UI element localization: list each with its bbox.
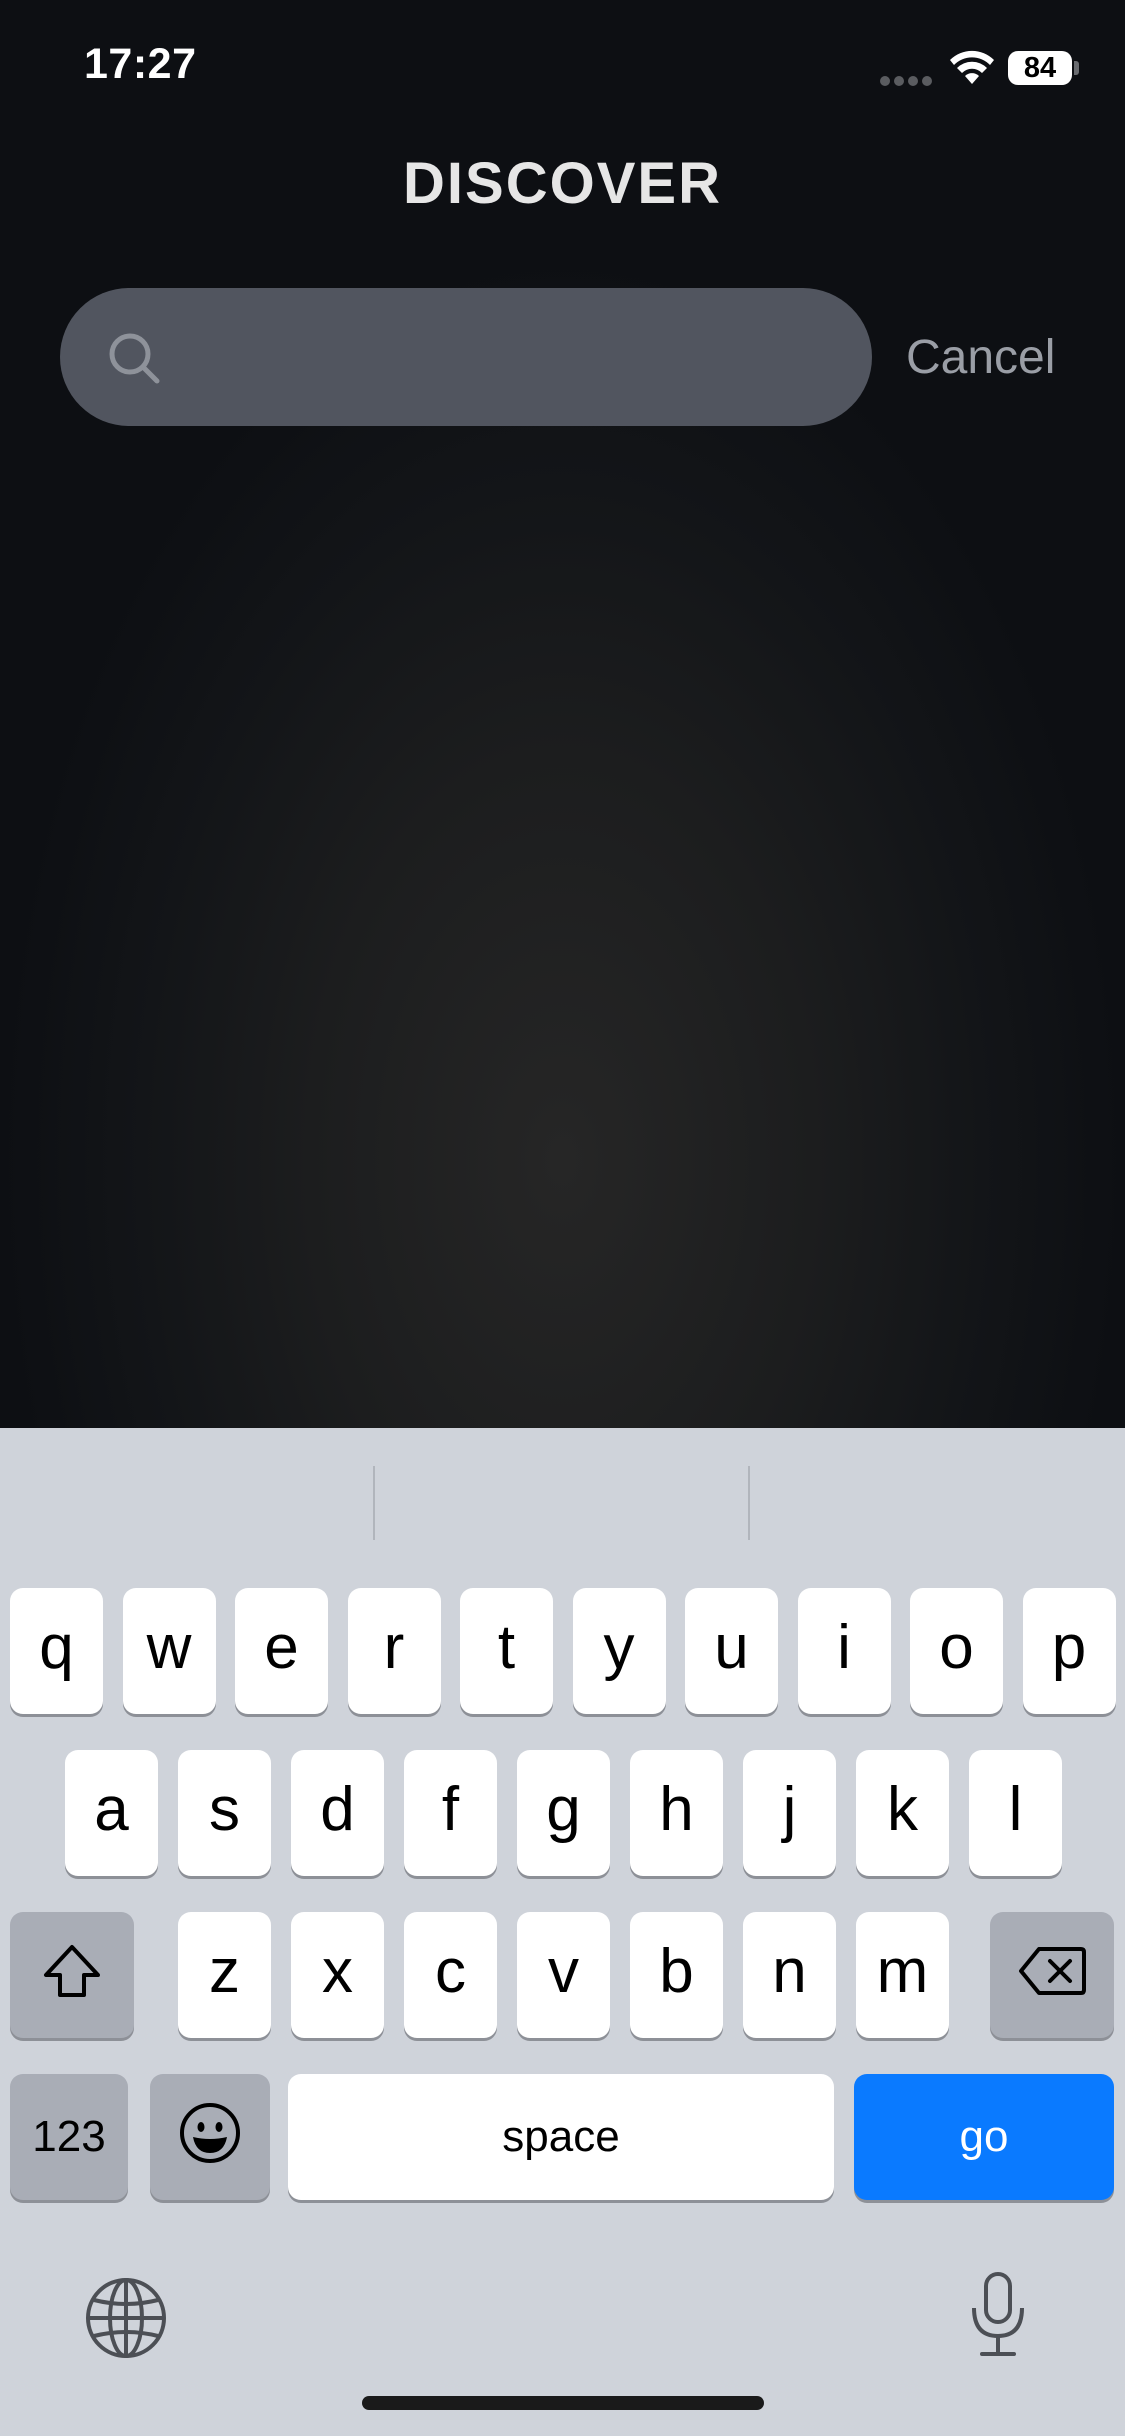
- cancel-button[interactable]: Cancel: [906, 330, 1055, 385]
- key-n[interactable]: n: [743, 1912, 836, 2038]
- key-e[interactable]: e: [235, 1588, 328, 1714]
- wifi-icon: [950, 50, 994, 84]
- home-indicator[interactable]: [362, 2396, 764, 2410]
- key-w[interactable]: w: [122, 1588, 216, 1714]
- battery-level: 84: [1023, 51, 1057, 84]
- search-icon: [109, 333, 160, 384]
- search-bar[interactable]: [60, 288, 872, 428]
- globe-icon[interactable]: [84, 2276, 168, 2360]
- key-v[interactable]: v: [517, 1912, 610, 2038]
- key-s[interactable]: s: [178, 1750, 271, 1876]
- battery-tip: [1074, 61, 1079, 75]
- screen: 17:27 84 DISCOVER Cancel qwertyuiop asdf…: [0, 0, 1125, 2436]
- key-z[interactable]: z: [178, 1912, 271, 2038]
- cellular-signal-icon: [880, 76, 932, 86]
- search-input[interactable]: [190, 288, 834, 428]
- key-l[interactable]: l: [969, 1750, 1062, 1876]
- key-b[interactable]: b: [630, 1912, 723, 2038]
- emoji-key[interactable]: [150, 2074, 270, 2200]
- suggestion-divider: [373, 1466, 375, 1540]
- microphone-icon[interactable]: [966, 2270, 1030, 2360]
- key-a[interactable]: a: [65, 1750, 158, 1876]
- key-q[interactable]: q: [10, 1588, 103, 1714]
- key-c[interactable]: c: [404, 1912, 497, 2038]
- key-t[interactable]: t: [460, 1588, 553, 1714]
- shift-key[interactable]: [10, 1912, 134, 2038]
- key-p[interactable]: p: [1022, 1588, 1116, 1714]
- key-d[interactable]: d: [291, 1750, 384, 1876]
- key-f[interactable]: f: [404, 1750, 497, 1876]
- delete-icon: [1019, 1947, 1086, 1995]
- delete-key[interactable]: [990, 1912, 1114, 2038]
- shift-icon: [44, 1945, 100, 1997]
- key-r[interactable]: r: [347, 1588, 441, 1714]
- space-key[interactable]: space: [288, 2074, 834, 2200]
- emoji-icon: [180, 2103, 240, 2163]
- suggestion-divider: [748, 1466, 750, 1540]
- key-m[interactable]: m: [856, 1912, 949, 2038]
- key-j[interactable]: j: [743, 1750, 836, 1876]
- key-g[interactable]: g: [517, 1750, 610, 1876]
- page-title: DISCOVER: [403, 151, 722, 216]
- key-o[interactable]: o: [910, 1588, 1003, 1714]
- status-time: 17:27: [84, 40, 197, 88]
- key-h[interactable]: h: [630, 1750, 723, 1876]
- go-key[interactable]: go: [854, 2074, 1114, 2200]
- numbers-key[interactable]: 123: [10, 2074, 128, 2200]
- battery-icon: 84: [1008, 51, 1072, 85]
- key-u[interactable]: u: [685, 1588, 778, 1714]
- key-i[interactable]: i: [797, 1588, 891, 1714]
- key-k[interactable]: k: [856, 1750, 949, 1876]
- key-x[interactable]: x: [291, 1912, 384, 2038]
- key-y[interactable]: y: [572, 1588, 666, 1714]
